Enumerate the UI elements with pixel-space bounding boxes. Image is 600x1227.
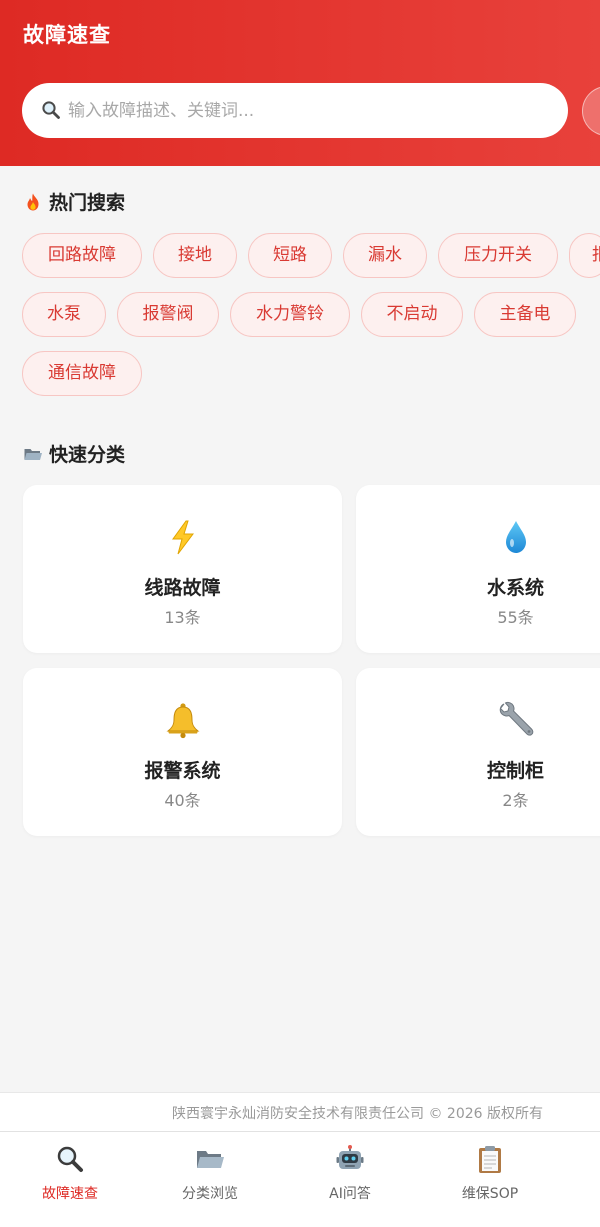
folder-icon	[24, 448, 42, 460]
folder-icon	[197, 1151, 224, 1168]
copyright-bar: 陕西寰宇永灿消防安全技术有限责任公司 © 2026 版权所有	[0, 1092, 600, 1131]
search-input[interactable]	[68, 83, 548, 138]
category-name: 控制柜	[486, 760, 544, 782]
wrench-icon	[499, 701, 533, 736]
quick-category-label: 快速分类	[49, 444, 126, 466]
tab-label: 维保SOP	[461, 1186, 519, 1202]
tag-item[interactable]: 短路	[248, 233, 332, 278]
category-card-control-cabinet[interactable]: 控制柜 2条	[356, 668, 600, 836]
category-card-water[interactable]: 水系统 55条	[356, 485, 600, 653]
category-name: 水系统	[486, 577, 544, 599]
tag-item[interactable]: 报	[569, 233, 600, 278]
category-count: 55条	[497, 608, 534, 627]
hot-search-title: 热门搜索	[23, 188, 125, 215]
tag-item[interactable]: 水力警铃	[230, 292, 350, 337]
tab-ai-qa[interactable]: AI问答	[280, 1132, 420, 1227]
tag-item[interactable]: 接地	[153, 233, 237, 278]
page-title: 故障速查	[23, 23, 111, 47]
tab-maintenance-sop[interactable]: 维保SOP	[420, 1132, 560, 1227]
tag-item[interactable]: 水泵	[22, 292, 106, 337]
category-card-alarm[interactable]: 报警系统 40条	[23, 668, 342, 836]
tab-label: 故障速查	[42, 1186, 98, 1202]
robot-icon	[336, 1145, 364, 1169]
bottom-tabbar: 故障速查 分类浏览 AI问答 维保SOP	[0, 1131, 600, 1227]
category-name: 线路故障	[144, 577, 221, 599]
fire-icon	[27, 193, 39, 210]
tab-fault-search[interactable]: 故障速查	[0, 1132, 140, 1227]
search-box[interactable]	[22, 83, 568, 138]
category-card-circuit[interactable]: 线路故障 13条	[23, 485, 342, 653]
category-count: 2条	[502, 791, 529, 810]
tag-item[interactable]: 压力开关	[438, 233, 558, 278]
magnifier-icon	[57, 1146, 83, 1172]
tab-label: AI问答	[329, 1186, 371, 1202]
tag-item[interactable]: 报警阀	[117, 292, 219, 337]
quick-category-title: 快速分类	[23, 440, 125, 467]
search-icon	[42, 101, 60, 119]
tag-item[interactable]: 通信故障	[22, 351, 142, 396]
category-name: 报警系统	[144, 760, 221, 782]
lightning-icon	[171, 520, 194, 555]
search-button[interactable]	[582, 86, 600, 136]
tag-item[interactable]: 漏水	[343, 233, 427, 278]
clipboard-icon	[479, 1146, 501, 1173]
tag-item[interactable]: 回路故障	[22, 233, 142, 278]
header: 故障速查	[0, 0, 600, 166]
tag-item[interactable]: 主备电	[474, 292, 576, 337]
tab-label: 分类浏览	[182, 1186, 238, 1202]
bell-icon	[166, 703, 199, 739]
tab-category-browse[interactable]: 分类浏览	[140, 1132, 280, 1227]
app-page: 故障速查 热门搜索 回路故障 接地 短路 漏水 压力开关 报 水泵 报警阀 水力…	[0, 0, 600, 1227]
hot-search-label: 热门搜索	[49, 192, 126, 214]
water-drop-icon	[505, 521, 526, 553]
tag-item[interactable]: 不启动	[361, 292, 463, 337]
copyright-text: 陕西寰宇永灿消防安全技术有限责任公司 © 2026 版权所有	[172, 1106, 543, 1122]
category-count: 13条	[164, 608, 201, 627]
category-count: 40条	[164, 791, 201, 810]
